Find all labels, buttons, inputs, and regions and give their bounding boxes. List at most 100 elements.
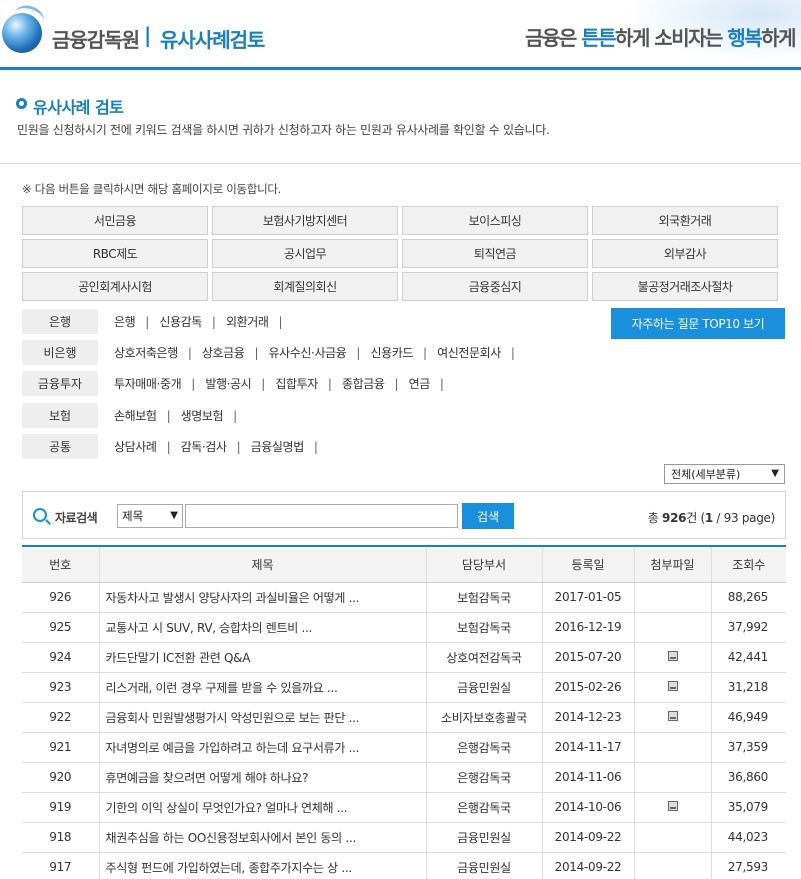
cell-views: 36,860 <box>711 762 786 793</box>
category-link[interactable]: 발행·공시 <box>205 375 251 392</box>
title-bullet-icon <box>16 98 27 109</box>
cell-title[interactable]: 휴면예금을 찾으려면 어떻게 해야 하나요? <box>99 762 427 793</box>
cell-date: 2014-09-22 <box>542 852 635 879</box>
cell-views: 27,593 <box>711 852 786 879</box>
category-link[interactable]: 은행 <box>114 313 136 330</box>
sub-category-select[interactable]: 전체(세부분류) ▼ <box>664 464 785 484</box>
slogan-part: 하게 <box>761 26 796 50</box>
result-total: 총 926건 (1 / 93 page) <box>648 509 776 526</box>
chevron-down-icon: ▼ <box>170 510 178 521</box>
cell-date: 2014-10-06 <box>542 792 635 823</box>
org-name[interactable]: 금융감독원 <box>52 24 140 53</box>
table-row[interactable]: 917 주식형 펀드에 가입하였는데, 종합주가지수는 상 ... 금융민원실 201… <box>22 852 786 879</box>
cell-title[interactable]: 금융회사 민원발생평가시 악성민원으로 보는 판단 ... <box>99 702 427 733</box>
site-button[interactable]: RBC제도 <box>22 239 208 268</box>
table-row[interactable]: 926 자동차사고 발생시 양당사자의 과실비율은 어떻게 ... 보험감독국 201… <box>22 582 786 613</box>
cell-number: 923 <box>22 672 100 703</box>
cell-title[interactable]: 자동차사고 발생시 양당사자의 과실비율은 어떻게 ... <box>99 582 427 613</box>
slogan-highlight: 행복 <box>727 26 762 50</box>
cell-title[interactable]: 자녀명의로 예금을 가입하려고 하는데 요구서류가 ... <box>99 732 427 763</box>
cell-title[interactable]: 리스거래, 이런 경우 구제를 받을 수 있을까요 ... <box>99 672 427 703</box>
link-separator: | <box>211 314 216 329</box>
cell-views: 46,949 <box>711 702 786 733</box>
site-button[interactable]: 회계질의회신 <box>212 272 398 301</box>
table-row[interactable]: 925 교통사고 시 SUV, RV, 승합차의 렌트비 ... 보험감독국 2016… <box>22 612 786 643</box>
site-button[interactable]: 공인회계사시험 <box>22 272 208 301</box>
cell-date: 2014-12-23 <box>542 702 635 733</box>
category-link[interactable]: 신용감독 <box>159 313 202 330</box>
cell-number: 924 <box>22 642 100 673</box>
table-row[interactable]: 922 금융회사 민원발생평가시 악성민원으로 보는 판단 ... 소비자보호총괄국… <box>22 702 786 733</box>
category-link[interactable]: 상호저축은행 <box>114 344 178 361</box>
cell-attachment[interactable] <box>634 642 712 673</box>
search-input[interactable] <box>185 504 458 528</box>
cell-department: 보험감독국 <box>426 582 543 613</box>
site-name[interactable]: 유사사례검토 <box>160 24 265 53</box>
search-field-select[interactable]: 제목 ▼ <box>117 504 183 528</box>
table-row[interactable]: 924 카드단말기 IC전환 관련 Q&A 상호여전감독국 2015-07-20 42,… <box>22 642 786 673</box>
category-link[interactable]: 손해보험 <box>114 407 157 424</box>
file-icon[interactable] <box>667 651 678 661</box>
category-link[interactable]: 집합투자 <box>275 375 318 392</box>
cell-title[interactable]: 카드단말기 IC전환 관련 Q&A <box>99 642 427 673</box>
cell-views: 31,218 <box>711 672 786 703</box>
faq-top10-button[interactable]: 자주하는 질문 TOP10 보기 <box>611 308 785 339</box>
table-row[interactable]: 921 자녀명의로 예금을 가입하려고 하는데 요구서류가 ... 은행감독국 201… <box>22 732 786 763</box>
cell-date: 2016-12-19 <box>542 612 635 643</box>
cell-date: 2015-07-20 <box>542 642 635 673</box>
total-count: 926 <box>662 511 687 525</box>
category-link[interactable]: 여신전문회사 <box>437 344 501 361</box>
category-link[interactable]: 종합금융 <box>342 375 385 392</box>
category-link[interactable]: 외환거래 <box>226 313 269 330</box>
site-button[interactable]: 서민금융 <box>22 206 208 235</box>
cell-attachment[interactable] <box>634 792 712 823</box>
site-button[interactable]: 퇴직연금 <box>402 239 588 268</box>
cell-title[interactable]: 기한의 이익 상실이 무엇인가요? 얼마나 연체해 ... <box>99 792 427 823</box>
cell-attachment[interactable] <box>634 672 712 703</box>
cell-attachment[interactable] <box>634 702 712 733</box>
table-row[interactable]: 920 휴면예금을 찾으려면 어떻게 해야 하나요? 은행감독국 2014-11-06… <box>22 762 786 793</box>
category-link[interactable]: 투자매매·중개 <box>114 375 182 392</box>
site-button[interactable]: 외부감사 <box>592 239 778 268</box>
table-row[interactable]: 923 리스거래, 이런 경우 구제를 받을 수 있을까요 ... 금융민원실 201… <box>22 672 786 703</box>
cell-title[interactable]: 주식형 펀드에 가입하였는데, 종합주가지수는 상 ... <box>99 852 427 879</box>
category-link[interactable]: 신용카드 <box>370 344 413 361</box>
column-header-title: 제목 <box>99 546 427 583</box>
total-pages: / 93 page) <box>712 511 775 525</box>
site-button[interactable]: 외국환거래 <box>592 206 778 235</box>
site-button[interactable]: 보험사기방지센터 <box>212 206 398 235</box>
category-link[interactable]: 유사수신·사금융 <box>269 344 347 361</box>
current-page: 1 <box>704 511 713 525</box>
link-separator: | <box>510 345 515 360</box>
category-link[interactable]: 생명보험 <box>181 407 224 424</box>
table-row[interactable]: 918 채권추심을 하는 OO신용정보회사에서 본인 동의 ... 금융민원실 201… <box>22 822 786 853</box>
column-header-no: 번호 <box>22 546 100 583</box>
category-link[interactable]: 금융실명법 <box>251 438 305 455</box>
category-link[interactable]: 상호금융 <box>202 344 245 361</box>
cell-number: 918 <box>22 822 100 853</box>
cell-title[interactable]: 교통사고 시 SUV, RV, 승합차의 렌트비 ... <box>99 612 427 643</box>
search-button[interactable]: 검색 <box>462 503 514 529</box>
cell-title[interactable]: 채권추심을 하는 OO신용정보회사에서 본인 동의 ... <box>99 822 427 853</box>
link-separator: | <box>278 314 283 329</box>
site-button[interactable]: 공시업무 <box>212 239 398 268</box>
site-button[interactable]: 금융중심지 <box>402 272 588 301</box>
category-link[interactable]: 감독·검사 <box>181 438 227 455</box>
category-label: 금융투자 <box>22 371 98 396</box>
file-icon[interactable] <box>667 801 678 811</box>
cell-date: 2014-09-22 <box>542 822 635 853</box>
category-link[interactable]: 상담사례 <box>114 438 157 455</box>
cell-number: 926 <box>22 582 100 613</box>
slogan: 금융은 튼튼하게 소비자는 행복하게 <box>525 22 796 51</box>
file-icon[interactable] <box>667 681 678 691</box>
table-row[interactable]: 919 기한의 이익 상실이 무엇인가요? 얼마나 연체해 ... 은행감독국 201… <box>22 792 786 823</box>
category-label: 공통 <box>22 434 98 459</box>
category-link[interactable]: 연금 <box>409 375 431 392</box>
cell-department: 금융민원실 <box>426 852 543 879</box>
site-button[interactable]: 보이스피싱 <box>402 206 588 235</box>
file-icon[interactable] <box>667 711 678 721</box>
site-button[interactable]: 불공정거래조사절차 <box>592 272 778 301</box>
cell-views: 37,359 <box>711 732 786 763</box>
slogan-part: 하게 소비자는 <box>615 26 728 50</box>
sub-category-select-value: 전체(세부분류) <box>671 468 741 481</box>
